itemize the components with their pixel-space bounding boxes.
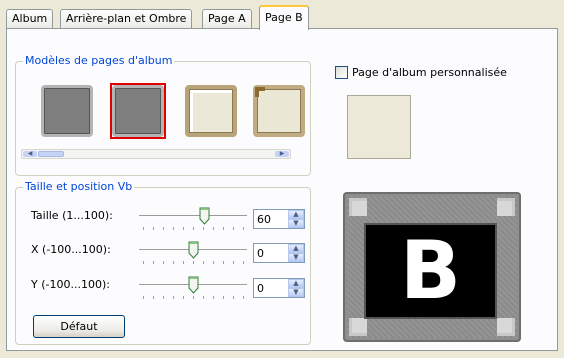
slider-tick: [223, 261, 224, 264]
tab-page-b[interactable]: Page B: [259, 5, 309, 30]
template-thumbnail-4[interactable]: [251, 83, 307, 139]
slider-tick: [213, 227, 214, 230]
scroll-right-arrow-icon[interactable]: ▶: [275, 151, 289, 157]
y-up-arrow-icon[interactable]: ▲: [288, 279, 304, 288]
page-preview: B: [343, 192, 521, 342]
y-down-arrow-icon[interactable]: ▼: [288, 288, 304, 297]
size-slider-track[interactable]: [139, 215, 247, 217]
slider-tick: [173, 296, 174, 299]
tab-background-shadow[interactable]: Arrière-plan et Ombre: [60, 9, 193, 28]
custom-page-checkbox[interactable]: [335, 66, 348, 79]
slider-tick: [243, 227, 244, 230]
size-up-arrow-icon[interactable]: ▲: [288, 210, 304, 219]
size-label: Taille (1...100):: [31, 209, 113, 222]
slider-tick: [243, 261, 244, 264]
slider-tick: [143, 227, 144, 230]
preview-screen: B: [364, 223, 497, 319]
templates-group-title: Modèles de pages d'album: [23, 54, 175, 67]
template-thumbnail-3[interactable]: [183, 83, 239, 139]
templates-scrollbar[interactable]: ◀ ▶: [21, 149, 291, 159]
x-spinbox[interactable]: 0 ▲ ▼: [253, 243, 305, 263]
slider-tick: [183, 296, 184, 299]
slider-tick: [163, 296, 164, 299]
slider-tick: [163, 261, 164, 264]
template-thumbnail-2[interactable]: [110, 83, 166, 139]
slider-tick: [153, 296, 154, 299]
preview-corner-tr: [497, 198, 515, 216]
y-slider-ticks: [139, 296, 247, 300]
size-slider-thumb[interactable]: [199, 207, 210, 225]
slider-tick: [173, 261, 174, 264]
slider-tick: [233, 227, 234, 230]
size-position-group-title: Taille et position Vb: [23, 180, 135, 193]
size-spinbox[interactable]: 60 ▲ ▼: [253, 209, 305, 229]
preview-letter: B: [400, 224, 461, 317]
slider-tick: [183, 261, 184, 264]
slider-tick: [213, 261, 214, 264]
scroll-thumb[interactable]: [38, 151, 64, 157]
x-down-arrow-icon[interactable]: ▼: [288, 253, 304, 262]
slider-tick: [183, 227, 184, 230]
slider-tick: [143, 261, 144, 264]
size-slider-ticks: [139, 227, 247, 231]
slider-tick: [233, 296, 234, 299]
slider-tick: [203, 227, 204, 230]
tab-panel: Modèles de pages d'album ◀ ▶ Page d'albu…: [6, 28, 558, 351]
preview-corner-br: [497, 318, 515, 336]
slider-tick: [173, 227, 174, 230]
slider-tick: [153, 261, 154, 264]
slider-tick: [193, 261, 194, 264]
custom-page-preview: [347, 95, 411, 159]
preview-corner-bl: [349, 318, 367, 336]
slider-tick: [143, 296, 144, 299]
slider-tick: [223, 296, 224, 299]
slider-tick: [213, 296, 214, 299]
slider-tick: [223, 227, 224, 230]
slider-tick: [193, 227, 194, 230]
x-slider-thumb[interactable]: [188, 241, 199, 259]
custom-page-label: Page d'album personnalisée: [352, 66, 507, 79]
preview-corner-tl: [349, 198, 367, 216]
y-slider-thumb[interactable]: [188, 276, 199, 294]
slider-tick: [203, 261, 204, 264]
slider-tick: [153, 227, 154, 230]
scroll-left-arrow-icon[interactable]: ◀: [23, 151, 37, 157]
slider-tick: [233, 261, 234, 264]
y-label: Y (-100...100):: [31, 278, 110, 291]
y-value[interactable]: 0: [257, 282, 264, 295]
x-slider-ticks: [139, 261, 247, 265]
template-thumbnail-1[interactable]: [39, 83, 95, 139]
x-up-arrow-icon[interactable]: ▲: [288, 244, 304, 253]
y-spinbox[interactable]: 0 ▲ ▼: [253, 278, 305, 298]
size-value[interactable]: 60: [257, 213, 271, 226]
tab-page-a[interactable]: Page A: [202, 9, 252, 28]
slider-tick: [163, 227, 164, 230]
x-label: X (-100...100):: [31, 243, 111, 256]
slider-tick: [203, 296, 204, 299]
slider-tick: [243, 296, 244, 299]
default-button[interactable]: Défaut: [33, 315, 125, 338]
x-value[interactable]: 0: [257, 247, 264, 260]
slider-tick: [193, 296, 194, 299]
size-down-arrow-icon[interactable]: ▼: [288, 219, 304, 228]
tab-album[interactable]: Album: [6, 9, 54, 28]
